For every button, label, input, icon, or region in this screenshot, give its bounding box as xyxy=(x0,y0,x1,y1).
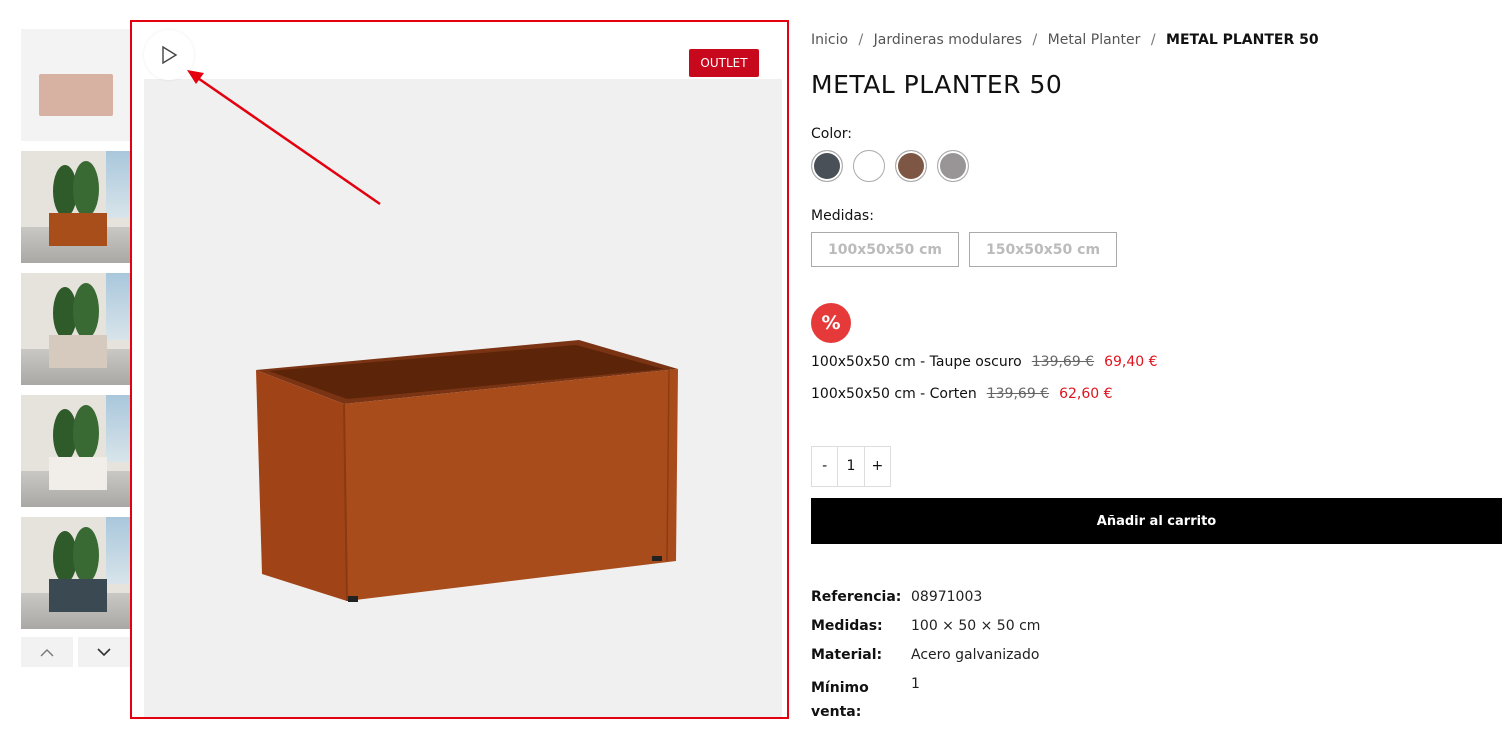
spec-key: Referencia: xyxy=(811,589,902,605)
breadcrumb-separator: / xyxy=(1032,32,1038,48)
new-price: 69,40 € xyxy=(1104,354,1158,370)
size-options: 100x50x50 cm 150x50x50 cm xyxy=(811,232,1118,267)
planter-image xyxy=(49,335,107,368)
offer-row: 100x50x50 cm - Taupe oscuro 139,69 € 69,40… xyxy=(811,354,1158,370)
breadcrumb-link-jardineras[interactable]: Jardineras modulares xyxy=(874,32,1022,48)
thumbnail-2[interactable] xyxy=(21,151,130,263)
color-swatch-dark-grey[interactable] xyxy=(811,150,843,182)
spec-row: Material: Acero galvanizado xyxy=(811,647,1040,663)
thumbnail-3[interactable] xyxy=(21,273,130,385)
product-specs: Referencia: 08971003 Medidas: 100 × 50 ×… xyxy=(811,589,1040,737)
spec-value: 08971003 xyxy=(911,589,983,605)
color-swatch-brown[interactable] xyxy=(895,150,927,182)
offer-label: 100x50x50 cm - Taupe oscuro xyxy=(811,354,1022,370)
spec-key: Mínimo venta: xyxy=(811,680,869,720)
offer-label: 100x50x50 cm - Corten xyxy=(811,386,977,402)
chevron-up-icon[interactable] xyxy=(21,637,73,667)
annotation-arrow xyxy=(187,70,381,206)
color-label: Color: xyxy=(811,126,853,142)
thumbnail-4[interactable] xyxy=(21,395,130,507)
spec-row: Medidas: 100 × 50 × 50 cm xyxy=(811,618,1040,634)
breadcrumb-separator: / xyxy=(1150,32,1156,48)
planter-image xyxy=(49,213,107,246)
breadcrumb: Inicio / Jardineras modulares / Metal Pl… xyxy=(811,32,1325,48)
quantity-plus-button[interactable]: + xyxy=(865,447,890,486)
product-title: METAL PLANTER 50 xyxy=(811,70,1063,99)
spec-value: Acero galvanizado xyxy=(911,647,1040,663)
color-swatch-grey[interactable] xyxy=(937,150,969,182)
spec-row: Mínimo venta: 1 xyxy=(811,676,1040,724)
spec-value: 1 xyxy=(911,676,920,692)
thumbnail-nav xyxy=(21,637,130,667)
new-price: 62,60 € xyxy=(1059,386,1113,402)
color-swatches xyxy=(811,150,969,182)
breadcrumb-link-inicio[interactable]: Inicio xyxy=(811,32,848,48)
quantity-stepper: - 1 + xyxy=(811,446,891,487)
planter-image xyxy=(39,74,113,116)
thumbnail-1[interactable] xyxy=(21,29,130,141)
quantity-minus-button[interactable]: - xyxy=(812,447,837,486)
color-swatch-white[interactable] xyxy=(853,150,885,182)
thumbnail-gallery xyxy=(21,29,130,667)
spec-row: Referencia: 08971003 xyxy=(811,589,1040,605)
planter-image xyxy=(49,579,107,612)
spec-key: Material: xyxy=(811,647,883,663)
old-price: 139,69 € xyxy=(1031,354,1095,370)
offer-row: 100x50x50 cm - Corten 139,69 € 62,60 € xyxy=(811,386,1113,402)
breadcrumb-separator: / xyxy=(858,32,864,48)
breadcrumb-link-metal-planter[interactable]: Metal Planter xyxy=(1048,32,1141,48)
size-option-100[interactable]: 100x50x50 cm xyxy=(811,232,960,267)
add-to-cart-button[interactable]: Añadir al carrito xyxy=(811,498,1502,544)
old-price: 139,69 € xyxy=(986,386,1050,402)
size-option-150[interactable]: 150x50x50 cm xyxy=(969,232,1118,267)
discount-icon: % xyxy=(811,303,851,343)
thumbnail-5[interactable] xyxy=(21,517,130,629)
sizes-label: Medidas: xyxy=(811,208,874,224)
spec-key: Medidas: xyxy=(811,618,883,634)
quantity-input[interactable]: 1 xyxy=(837,447,865,486)
breadcrumb-current: METAL PLANTER 50 xyxy=(1166,32,1319,48)
main-image-frame: OUTLET xyxy=(130,20,789,719)
chevron-down-icon[interactable] xyxy=(78,637,130,667)
spec-value: 100 × 50 × 50 cm xyxy=(911,618,1041,634)
planter-image xyxy=(49,457,107,490)
